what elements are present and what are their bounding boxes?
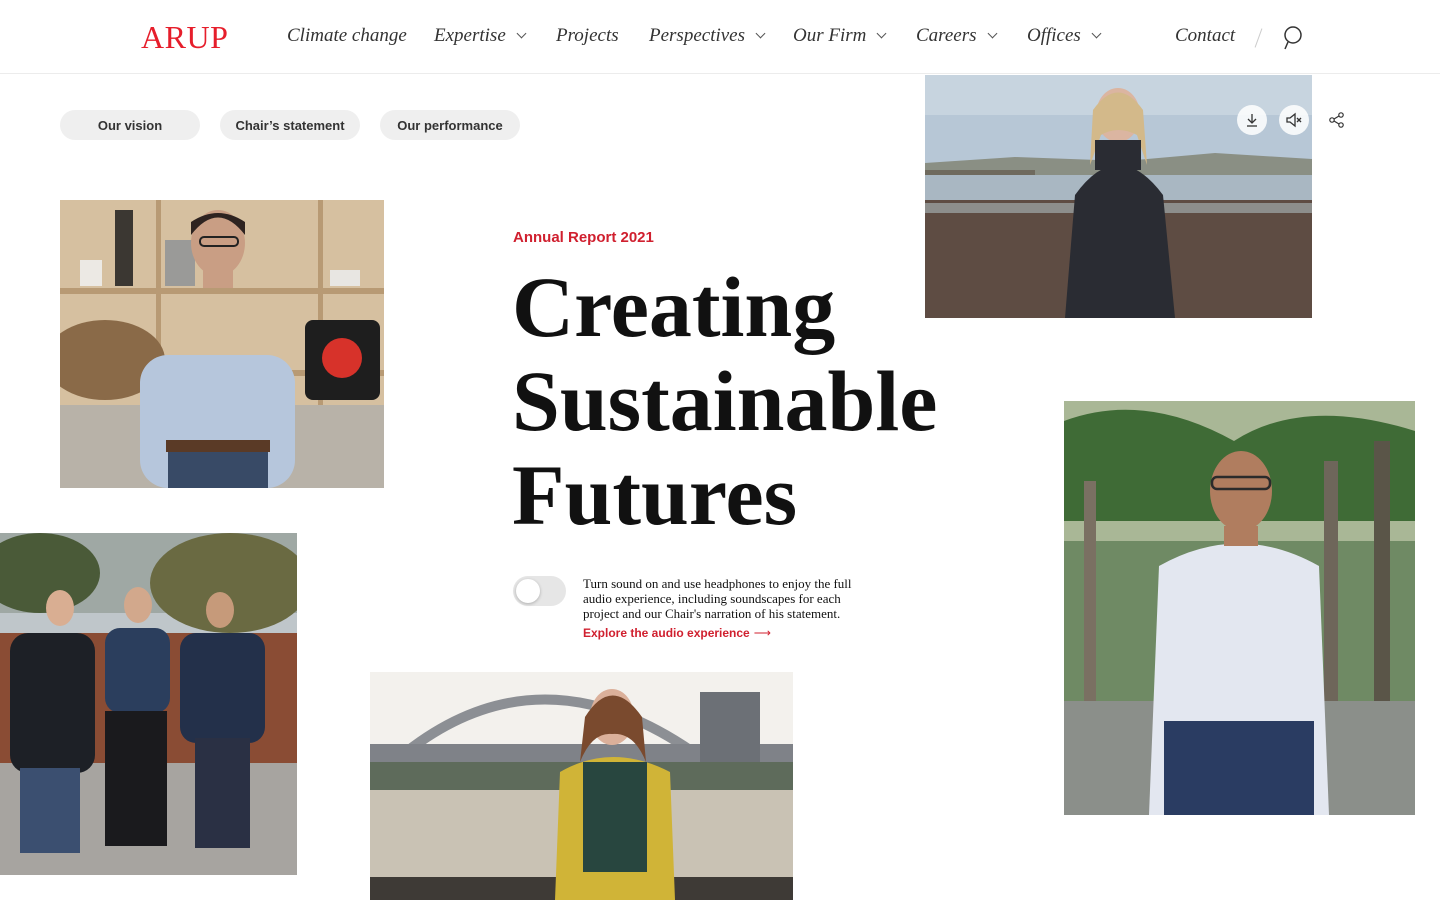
title-line: Sustainable — [512, 353, 938, 449]
pill-our-performance[interactable]: Our performance — [380, 110, 520, 140]
sound-toggle[interactable] — [513, 576, 566, 606]
report-eyebrow: Annual Report 2021 — [513, 229, 654, 246]
title-line: Creating — [512, 259, 836, 355]
nav-item-climate-change[interactable]: Climate change — [287, 24, 407, 48]
site-header: ARUP Climate change Expertise Projects P… — [0, 0, 1440, 74]
nav-item-careers[interactable]: Careers — [916, 24, 997, 48]
chevron-down-icon — [876, 28, 887, 39]
explore-audio-link[interactable]: Explore the audio experience ⟶ — [583, 626, 771, 640]
chevron-down-icon — [1091, 28, 1102, 39]
share-icon[interactable] — [1322, 105, 1352, 135]
photo-three-men-garden — [0, 533, 297, 875]
pill-our-vision[interactable]: Our vision — [60, 110, 200, 140]
chevron-down-icon — [755, 28, 766, 39]
nav-divider — [1254, 28, 1263, 48]
toggle-knob — [516, 579, 540, 603]
explore-audio-label: Explore the audio experience — [583, 626, 750, 640]
nav-item-offices[interactable]: Offices — [1027, 24, 1102, 48]
page-title: Creating Sustainable Futures — [512, 260, 992, 542]
download-icon[interactable] — [1237, 105, 1267, 135]
title-line: Futures — [512, 447, 798, 543]
nav-item-projects[interactable]: Projects — [556, 24, 619, 48]
arup-logo[interactable]: ARUP — [141, 20, 228, 54]
nav-item-our-firm[interactable]: Our Firm — [793, 24, 887, 48]
chevron-down-icon — [516, 28, 527, 39]
photo-woman-by-bridge — [370, 672, 793, 900]
chevron-down-icon — [987, 28, 997, 39]
search-icon[interactable] — [1282, 25, 1304, 51]
nav-item-perspectives[interactable]: Perspectives — [649, 24, 766, 48]
nav-item-expertise[interactable]: Expertise — [434, 24, 527, 48]
pill-chairs-statement[interactable]: Chair’s statement — [220, 110, 360, 140]
photo-man-in-studio — [60, 200, 384, 488]
photo-man-palms — [1064, 401, 1415, 815]
nav-item-contact[interactable]: Contact — [1175, 24, 1235, 48]
audio-description: Turn sound on and use headphones to enjo… — [583, 576, 852, 621]
speaker-muted-icon[interactable] — [1279, 105, 1309, 135]
arrow-right-icon: ⟶ — [753, 626, 771, 640]
